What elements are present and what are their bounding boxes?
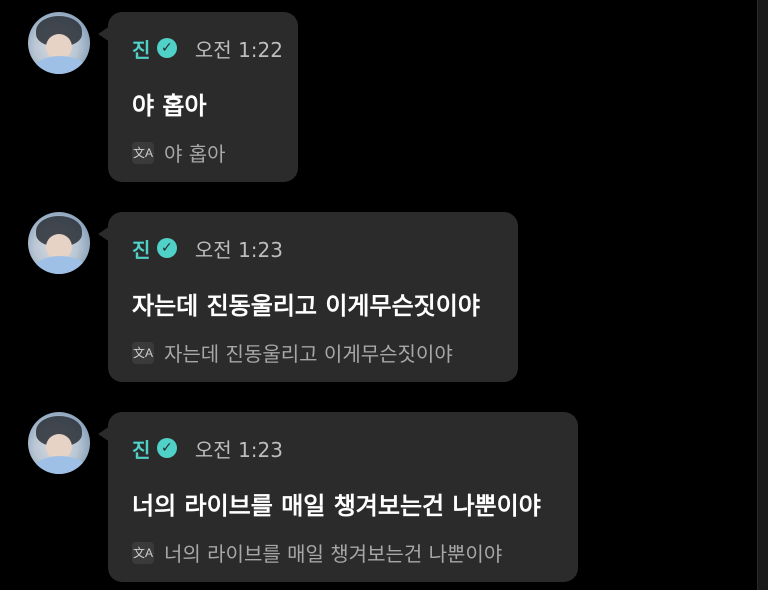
sender-name: 진 — [132, 237, 151, 262]
message-bubble[interactable]: 진 오전 1:23 자는데 진동울리고 이게무슨짓이야 文A 자는데 진동울리고… — [98, 212, 518, 382]
sender-name: 진 — [132, 37, 151, 62]
translation-text: 야 홉아 — [164, 142, 226, 166]
translation-row[interactable]: 文A 너의 라이브를 매일 챙겨보는건 나뿐이야 — [132, 538, 502, 567]
message-time: 오전 1:22 — [194, 37, 283, 62]
message-bubble[interactable]: 진 오전 1:23 너의 라이브를 매일 챙겨보는건 나뿐이야 文A 너의 라이… — [98, 412, 578, 582]
translation-row[interactable]: 文A 야 홉아 — [132, 138, 226, 167]
translate-icon: 文A — [132, 141, 154, 164]
translation-text: 너의 라이브를 매일 챙겨보는건 나뿐이야 — [164, 542, 503, 566]
message-time: 오전 1:23 — [194, 237, 283, 262]
avatar-shirt — [34, 56, 86, 74]
avatar-shirt — [34, 256, 86, 274]
message-header: 진 오전 1:23 — [132, 236, 283, 262]
sender-name: 진 — [132, 437, 151, 462]
scrollbar[interactable] — [757, 0, 768, 590]
message-text: 너의 라이브를 매일 챙겨보는건 나뿐이야 — [132, 492, 541, 520]
message-header: 진 오전 1:23 — [132, 436, 283, 462]
message-text: 자는데 진동울리고 이게무슨짓이야 — [132, 292, 480, 320]
avatar[interactable] — [28, 412, 90, 474]
verified-check-icon — [156, 38, 177, 58]
translate-icon: 文A — [132, 541, 154, 564]
translation-text: 자는데 진동울리고 이게무슨짓이야 — [164, 342, 453, 366]
verified-check-icon — [156, 438, 177, 458]
translation-row[interactable]: 文A 자는데 진동울리고 이게무슨짓이야 — [132, 338, 453, 367]
avatar[interactable] — [28, 12, 90, 74]
avatar[interactable] — [28, 212, 90, 274]
translate-icon: 文A — [132, 341, 154, 364]
verified-check-icon — [156, 238, 177, 258]
message-text: 야 홉아 — [132, 92, 207, 120]
message-bubble[interactable]: 진 오전 1:22 야 홉아 文A 야 홉아 — [98, 12, 298, 182]
message-time: 오전 1:23 — [194, 437, 283, 462]
message-header: 진 오전 1:22 — [132, 36, 283, 62]
avatar-shirt — [34, 456, 86, 474]
